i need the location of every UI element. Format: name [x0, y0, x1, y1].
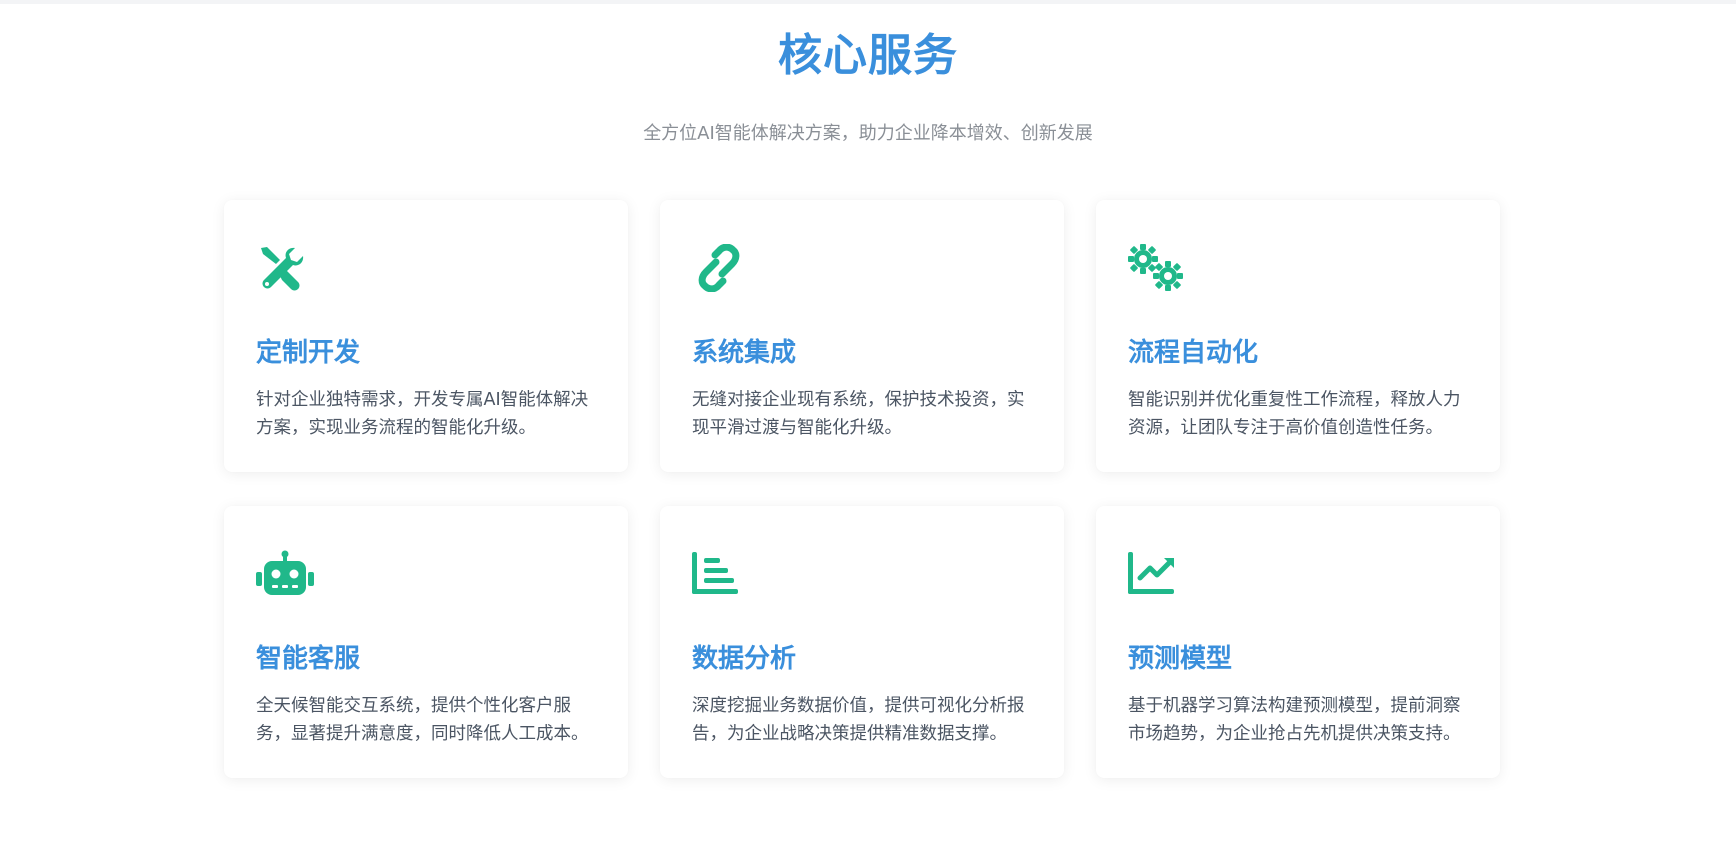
service-card-process-automation[interactable]: 流程自动化 智能识别并优化重复性工作流程，释放人力资源，让团队专注于高价值创造性…: [1096, 200, 1500, 472]
card-description: 智能识别并优化重复性工作流程，释放人力资源，让团队专注于高价值创造性任务。: [1128, 390, 1461, 438]
card-description: 无缝对接企业现有系统，保护技术投资，实现平滑过渡与智能化升级。: [692, 390, 1025, 438]
line-chart-icon: [1128, 550, 1184, 606]
gears-icon: [1128, 244, 1184, 300]
card-title: 预测模型: [1128, 644, 1233, 674]
card-title: 智能客服: [256, 644, 361, 674]
tools-icon: [256, 244, 312, 300]
service-card-system-integration[interactable]: 系统集成 无缝对接企业现有系统，保护技术投资，实现平滑过渡与智能化升级。: [660, 200, 1064, 472]
section-header: 核心服务 全方位AI智能体解决方案，助力企业降本增效、创新发展: [0, 28, 1736, 146]
card-description: 基于机器学习算法构建预测模型，提前洞察市场趋势，为企业抢占先机提供决策支持。: [1128, 696, 1461, 744]
services-grid: 定制开发 针对企业独特需求，开发专属AI智能体解决方案，实现业务流程的智能化升级…: [224, 200, 1500, 778]
top-divider: [0, 0, 1736, 4]
service-card-data-analysis[interactable]: 数据分析 深度挖掘业务数据价值，提供可视化分析报告，为企业战略决策提供精准数据支…: [660, 506, 1064, 778]
bar-chart-icon: [692, 550, 748, 606]
service-card-smart-customer-service[interactable]: 智能客服 全天候智能交互系统，提供个性化客户服务，显著提升满意度，同时降低人工成…: [224, 506, 628, 778]
link-icon: [692, 244, 748, 300]
robot-icon: [256, 550, 314, 606]
core-services-section: 核心服务 全方位AI智能体解决方案，助力企业降本增效、创新发展 定制开发 针对企…: [0, 0, 1736, 851]
card-title: 数据分析: [692, 644, 797, 674]
card-title: 定制开发: [256, 338, 361, 368]
section-title: 核心服务: [778, 30, 958, 81]
card-title: 流程自动化: [1128, 338, 1259, 368]
service-card-custom-development[interactable]: 定制开发 针对企业独特需求，开发专属AI智能体解决方案，实现业务流程的智能化升级…: [224, 200, 628, 472]
card-description: 全天候智能交互系统，提供个性化客户服务，显著提升满意度，同时降低人工成本。: [256, 696, 589, 744]
card-description: 针对企业独特需求，开发专属AI智能体解决方案，实现业务流程的智能化升级。: [256, 390, 589, 438]
card-title: 系统集成: [692, 338, 797, 368]
service-card-prediction-model[interactable]: 预测模型 基于机器学习算法构建预测模型，提前洞察市场趋势，为企业抢占先机提供决策…: [1096, 506, 1500, 778]
card-description: 深度挖掘业务数据价值，提供可视化分析报告，为企业战略决策提供精准数据支撑。: [692, 696, 1025, 744]
section-subtitle: 全方位AI智能体解决方案，助力企业降本增效、创新发展: [643, 123, 1093, 144]
